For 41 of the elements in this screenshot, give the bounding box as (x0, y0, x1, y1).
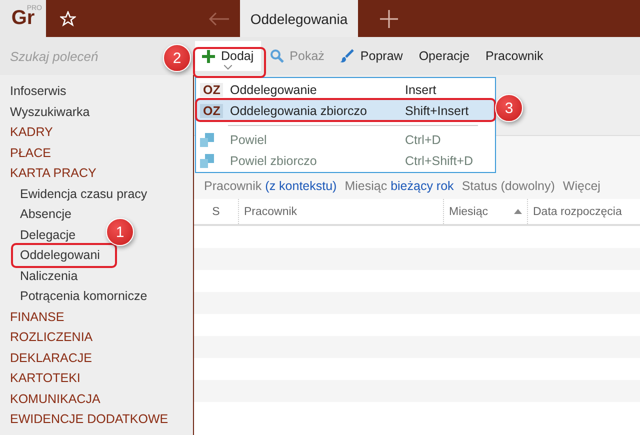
plus-icon (202, 50, 215, 62)
copy-icon (200, 154, 214, 168)
filter-link[interactable]: Miesiąc bieżący rok (344, 179, 454, 193)
sidebar-item[interactable]: Ewidencja czasu pracy (0, 184, 148, 204)
column-header[interactable]: Pracownik (238, 199, 443, 224)
plus-icon[interactable] (380, 10, 398, 28)
sidebar-item[interactable]: Oddelegowani (0, 245, 100, 266)
section-header[interactable]: EWIDENCJE DODATKOWE (0, 409, 168, 430)
sidebar-item[interactable]: Naliczenia (0, 266, 78, 286)
section-header[interactable]: PŁACE (0, 142, 51, 163)
filter-link[interactable]: Więcej (562, 179, 600, 193)
section-header[interactable]: KARTA PRACY (0, 163, 96, 184)
toolbar-button[interactable]: Operacje (412, 41, 477, 71)
section-header[interactable]: KADRY (0, 122, 53, 142)
section-header[interactable]: KARTOTEKI (0, 368, 80, 388)
badge: OZ (200, 82, 224, 96)
column-header[interactable]: S (194, 199, 238, 224)
star-icon[interactable] (60, 10, 76, 26)
toolbar-button[interactable]: Popraw (333, 41, 410, 71)
section-header[interactable]: DEKLARACJE (0, 348, 92, 368)
section-header[interactable]: KOMUNIKACJA (0, 388, 100, 409)
toolbar-button[interactable]: Dodaj (195, 41, 261, 71)
sidebar-item[interactable]: Delegacje (0, 224, 76, 245)
menu-item[interactable]: OZ Oddelegowanie Insert (196, 79, 495, 100)
menu-item[interactable]: OZ Oddelegowania zbiorczo Shift+Insert (196, 100, 495, 121)
tab[interactable]: Oddelegowania (240, 0, 358, 37)
badge: OZ (200, 104, 224, 118)
search-icon (270, 49, 284, 63)
toolbar-button[interactable]: Pracownik (478, 41, 550, 71)
sidebar-item[interactable]: Absencje (0, 204, 72, 224)
brush-icon (340, 49, 354, 63)
section-header[interactable]: FINANSE (0, 306, 64, 327)
sidebar-item[interactable]: Wyszukiwarka (0, 102, 90, 122)
copy-icon (200, 132, 214, 146)
section-header[interactable]: ROZLICZENIA (0, 327, 93, 348)
filter-link[interactable]: Pracownik (z kontekstu) (204, 179, 337, 193)
column-header[interactable]: Data rozpoczęcia (527, 199, 640, 224)
column-header[interactable]: Miesiąc (443, 199, 527, 224)
filter-link[interactable]: Status (dowolny) (462, 179, 555, 193)
sidebar-item[interactable]: Infoserwis (0, 81, 66, 102)
sidebar-item[interactable]: Potrącenia komornicze (0, 286, 148, 306)
